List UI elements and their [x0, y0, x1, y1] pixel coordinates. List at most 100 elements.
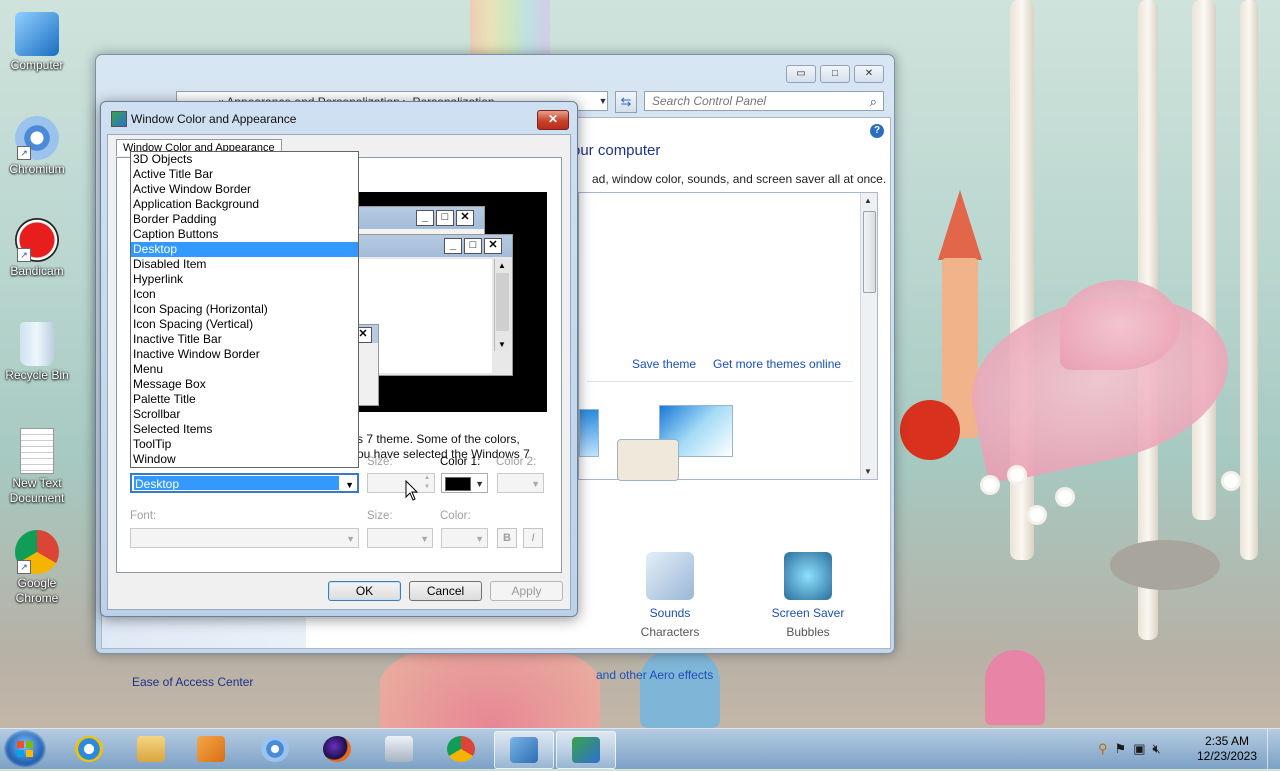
themes-list[interactable]: ▲ ▼ Save theme Get more themes online: [578, 192, 878, 481]
screen-saver-label[interactable]: Screen Saver: [753, 606, 863, 620]
dropdown-option[interactable]: Icon: [131, 287, 358, 302]
mouse-cursor-icon: [405, 480, 419, 501]
taskbar-media-player[interactable]: [182, 731, 240, 767]
help-icon[interactable]: ?: [870, 124, 884, 138]
dropdown-option[interactable]: Window: [131, 452, 358, 467]
dropdown-option[interactable]: Icon Spacing (Vertical): [131, 317, 358, 332]
chevron-down-icon[interactable]: ▼: [475, 534, 484, 544]
dropdown-option[interactable]: Hyperlink: [131, 272, 358, 287]
preview-scrollbar: ▲ ▼: [494, 259, 511, 351]
ok-button[interactable]: OK: [328, 581, 401, 601]
desktop-icon-google-chrome[interactable]: ↗ Google Chrome: [0, 530, 74, 606]
close-button[interactable]: ✕: [854, 65, 884, 83]
dropdown-option[interactable]: Menu: [131, 362, 358, 377]
search-box[interactable]: ⌕: [644, 91, 884, 111]
font-color-picker[interactable]: ▼: [441, 528, 488, 548]
search-icon[interactable]: ⚲: [1098, 741, 1108, 757]
font-select[interactable]: ▼: [130, 528, 359, 548]
theme-thumbnail[interactable]: [617, 439, 679, 481]
wallpaper-cupcake: [985, 650, 1045, 725]
chevron-down-icon[interactable]: ▼: [531, 479, 540, 489]
taskbar-firefox[interactable]: [308, 731, 366, 767]
screen-saver-item[interactable]: Screen Saver Bubbles: [753, 552, 863, 639]
item-dropdown-list[interactable]: 3D Objects Active Title Bar Active Window …: [130, 151, 359, 468]
taskbar-internet-explorer[interactable]: [60, 731, 118, 767]
chrome-icon: ↗: [15, 530, 59, 574]
start-button[interactable]: [4, 730, 46, 768]
spinner-arrows-icon[interactable]: ▲ ▼: [421, 474, 433, 492]
dropdown-option[interactable]: ToolTip: [131, 437, 358, 452]
search-icon[interactable]: ⌕: [870, 94, 877, 110]
sounds-icon: [646, 552, 694, 600]
page-heading: our computer: [572, 142, 661, 159]
minimize-button[interactable]: ▭: [786, 65, 816, 83]
show-desktop-button[interactable]: [1267, 729, 1280, 769]
dropdown-option[interactable]: Application Background: [131, 197, 358, 212]
dropdown-option[interactable]: Inactive Title Bar: [131, 332, 358, 347]
scrollbar-thumb[interactable]: [863, 211, 876, 293]
dropdown-option[interactable]: Inactive Window Border: [131, 347, 358, 362]
appearance-preview: _ □ ✕ _ □ ✕ ▲ ▼ ✕: [327, 192, 547, 412]
chevron-down-icon[interactable]: ▼: [346, 534, 355, 544]
wallpaper-tree: [1192, 0, 1216, 520]
aero-link-text[interactable]: and other Aero effects: [596, 668, 713, 682]
volume-muted-icon[interactable]: 🔇︎: [1152, 741, 1160, 757]
taskbar-chromium[interactable]: [246, 731, 304, 767]
get-more-themes-link[interactable]: Get more themes online: [713, 357, 841, 371]
dropdown-option[interactable]: 3D Objects: [131, 152, 358, 167]
desktop-icon-computer[interactable]: Computer: [0, 12, 74, 73]
sounds-item[interactable]: Sounds Characters: [615, 552, 725, 639]
themes-scrollbar[interactable]: ▲ ▼: [860, 193, 877, 479]
dropdown-option[interactable]: Palette Title: [131, 392, 358, 407]
apply-button[interactable]: Apply: [490, 581, 563, 601]
clock[interactable]: 2:35 AM 12/23/2023: [1192, 734, 1262, 764]
desktop-icon-bandicam[interactable]: ↗ Bandicam: [0, 218, 74, 279]
dropdown-option[interactable]: Icon Spacing (Horizontal): [131, 302, 358, 317]
chevron-down-icon[interactable]: ▼: [420, 534, 429, 544]
taskbar-keyboard-app[interactable]: [370, 731, 428, 767]
ease-of-access-link[interactable]: Ease of Access Center: [132, 675, 253, 689]
action-center-icon[interactable]: ⚑: [1115, 741, 1127, 757]
wallpaper-flower: [983, 478, 997, 492]
color1-picker[interactable]: ▼: [441, 473, 488, 493]
dropdown-option[interactable]: Active Title Bar: [131, 167, 358, 182]
desktop-icon-chromium[interactable]: ↗ Chromium: [0, 116, 74, 177]
address-dropdown-icon[interactable]: ▼: [594, 91, 612, 111]
color2-picker[interactable]: ▼: [497, 473, 544, 493]
taskbar-file-explorer[interactable]: [122, 731, 180, 767]
theme-thumbnail[interactable]: [579, 409, 599, 457]
search-input[interactable]: [645, 92, 862, 110]
dialog-close-button[interactable]: ✕: [537, 110, 569, 130]
dropdown-option[interactable]: Selected Items: [131, 422, 358, 437]
scroll-down-icon[interactable]: ▼: [864, 467, 872, 476]
save-theme-link[interactable]: Save theme: [632, 357, 696, 371]
taskbar-google-chrome[interactable]: [432, 731, 490, 767]
desktop-icon-recycle-bin[interactable]: Recycle Bin: [0, 322, 74, 383]
taskbar-personalization[interactable]: [556, 731, 616, 769]
media-player-icon: [197, 736, 225, 762]
taskbar-control-panel[interactable]: [494, 731, 554, 769]
dropdown-option[interactable]: Border Padding: [131, 212, 358, 227]
item-size-spinner[interactable]: ▲ ▼: [367, 473, 435, 493]
chevron-down-icon[interactable]: ▼: [345, 480, 354, 490]
italic-button[interactable]: I: [523, 528, 543, 548]
network-icon[interactable]: ▣: [1133, 741, 1145, 757]
maximize-button[interactable]: □: [820, 65, 850, 83]
font-size-select[interactable]: ▼: [367, 528, 433, 548]
bold-button[interactable]: B: [497, 528, 517, 548]
window-controls: ▭ □ ✕: [786, 65, 884, 83]
dropdown-option[interactable]: Message Box: [131, 377, 358, 392]
dropdown-option[interactable]: Active Window Border: [131, 182, 358, 197]
desktop-icon-new-text-document[interactable]: New Text Document: [0, 428, 74, 506]
sounds-label[interactable]: Sounds: [615, 606, 725, 620]
scroll-up-icon[interactable]: ▲: [864, 196, 872, 205]
cancel-button[interactable]: Cancel: [409, 581, 482, 601]
item-select[interactable]: Desktop ▼: [130, 473, 359, 493]
dropdown-option[interactable]: Scrollbar: [131, 407, 358, 422]
dropdown-option[interactable]: Disabled Item: [131, 257, 358, 272]
chromium-icon: [261, 736, 289, 762]
refresh-icon[interactable]: ⇆: [615, 91, 637, 113]
dropdown-option[interactable]: Caption Buttons: [131, 227, 358, 242]
dropdown-option[interactable]: Desktop: [131, 242, 358, 257]
chevron-down-icon[interactable]: ▼: [475, 479, 484, 489]
